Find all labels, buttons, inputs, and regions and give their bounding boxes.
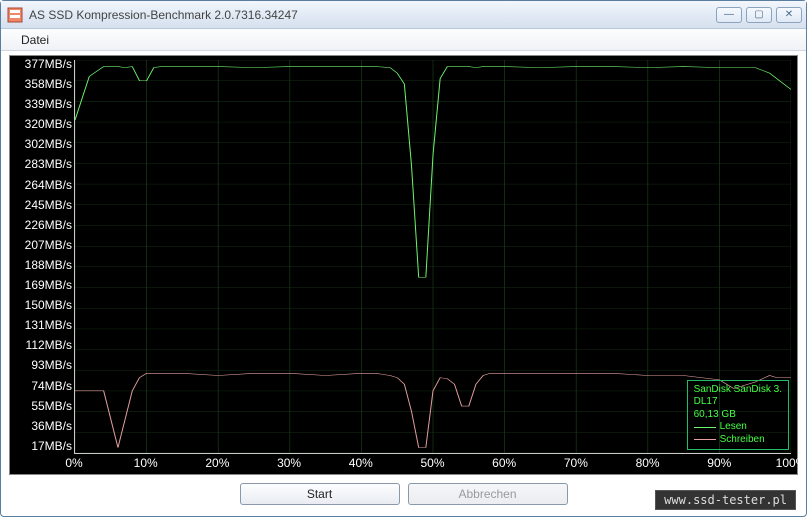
y-tick-label: 264MB/s xyxy=(25,179,72,191)
minimize-icon: — xyxy=(724,10,734,20)
y-tick-label: 74MB/s xyxy=(31,380,72,392)
y-axis-labels: 377MB/s 358MB/s 339MB/s 320MB/s 302MB/s 283MB… xyxy=(10,56,74,454)
legend-write-label: Schreiben xyxy=(720,434,765,447)
y-tick-label: 339MB/s xyxy=(25,98,72,110)
y-tick-label: 131MB/s xyxy=(25,319,72,331)
y-tick-label: 245MB/s xyxy=(25,199,72,211)
y-tick-label: 169MB/s xyxy=(25,279,72,291)
x-tick-label: 70% xyxy=(564,456,588,470)
x-tick-label: 100% xyxy=(776,456,807,470)
legend-read-label: Lesen xyxy=(720,421,747,434)
y-tick-label: 17MB/s xyxy=(31,440,72,452)
chart: 377MB/s 358MB/s 339MB/s 320MB/s 302MB/s 283MB… xyxy=(9,55,798,475)
y-tick-label: 358MB/s xyxy=(25,78,72,90)
window-title: AS SSD Kompression-Benchmark 2.0.7316.34… xyxy=(29,8,716,22)
x-tick-label: 60% xyxy=(492,456,516,470)
y-tick-label: 377MB/s xyxy=(25,58,72,70)
x-tick-label: 50% xyxy=(420,456,444,470)
x-tick-label: 10% xyxy=(134,456,158,470)
legend-write-row: Schreiben xyxy=(694,434,782,447)
legend-capacity: 60,13 GB xyxy=(694,409,782,422)
plot-area xyxy=(74,60,791,454)
y-tick-label: 302MB/s xyxy=(25,138,72,150)
x-tick-label: 40% xyxy=(349,456,373,470)
y-tick-label: 150MB/s xyxy=(25,299,72,311)
y-tick-label: 93MB/s xyxy=(31,359,72,371)
legend-device-line1: SanDisk SanDisk 3. xyxy=(694,384,782,397)
legend-device-line2: DL17 xyxy=(694,396,782,409)
x-tick-label: 80% xyxy=(636,456,660,470)
maximize-icon: ▢ xyxy=(754,10,763,20)
y-tick-label: 112MB/s xyxy=(26,339,72,351)
y-tick-label: 320MB/s xyxy=(25,118,72,130)
plot-svg xyxy=(75,60,791,453)
legend-read-row: Lesen xyxy=(694,421,782,434)
legend-write-swatch xyxy=(694,439,716,440)
legend-read-swatch xyxy=(694,427,716,428)
y-tick-label: 36MB/s xyxy=(31,420,72,432)
close-button[interactable]: ✕ xyxy=(776,7,802,23)
minimize-button[interactable]: — xyxy=(716,7,742,23)
x-tick-label: 90% xyxy=(707,456,731,470)
window-buttons: — ▢ ✕ xyxy=(716,7,802,23)
y-tick-label: 188MB/s xyxy=(25,259,72,271)
y-tick-label: 55MB/s xyxy=(31,400,72,412)
titlebar: AS SSD Kompression-Benchmark 2.0.7316.34… xyxy=(1,1,806,29)
y-tick-label: 283MB/s xyxy=(25,158,72,170)
menu-datei[interactable]: Datei xyxy=(13,31,57,49)
x-tick-label: 30% xyxy=(277,456,301,470)
close-icon: ✕ xyxy=(785,10,793,20)
legend: SanDisk SanDisk 3. DL17 60,13 GB Lesen S… xyxy=(687,380,789,451)
watermark: www.ssd-tester.pl xyxy=(655,490,796,510)
start-button[interactable]: Start xyxy=(240,483,400,505)
y-tick-label: 226MB/s xyxy=(25,219,72,231)
x-tick-label: 0% xyxy=(65,456,82,470)
menubar: Datei xyxy=(1,29,806,51)
app-icon xyxy=(7,7,23,23)
y-tick-label: 207MB/s xyxy=(25,239,72,251)
maximize-button[interactable]: ▢ xyxy=(746,7,772,23)
x-tick-label: 20% xyxy=(205,456,229,470)
x-axis-labels: 0%10%20%30%40%50%60%70%80%90%100% xyxy=(74,456,791,474)
cancel-button: Abbrechen xyxy=(408,483,568,505)
